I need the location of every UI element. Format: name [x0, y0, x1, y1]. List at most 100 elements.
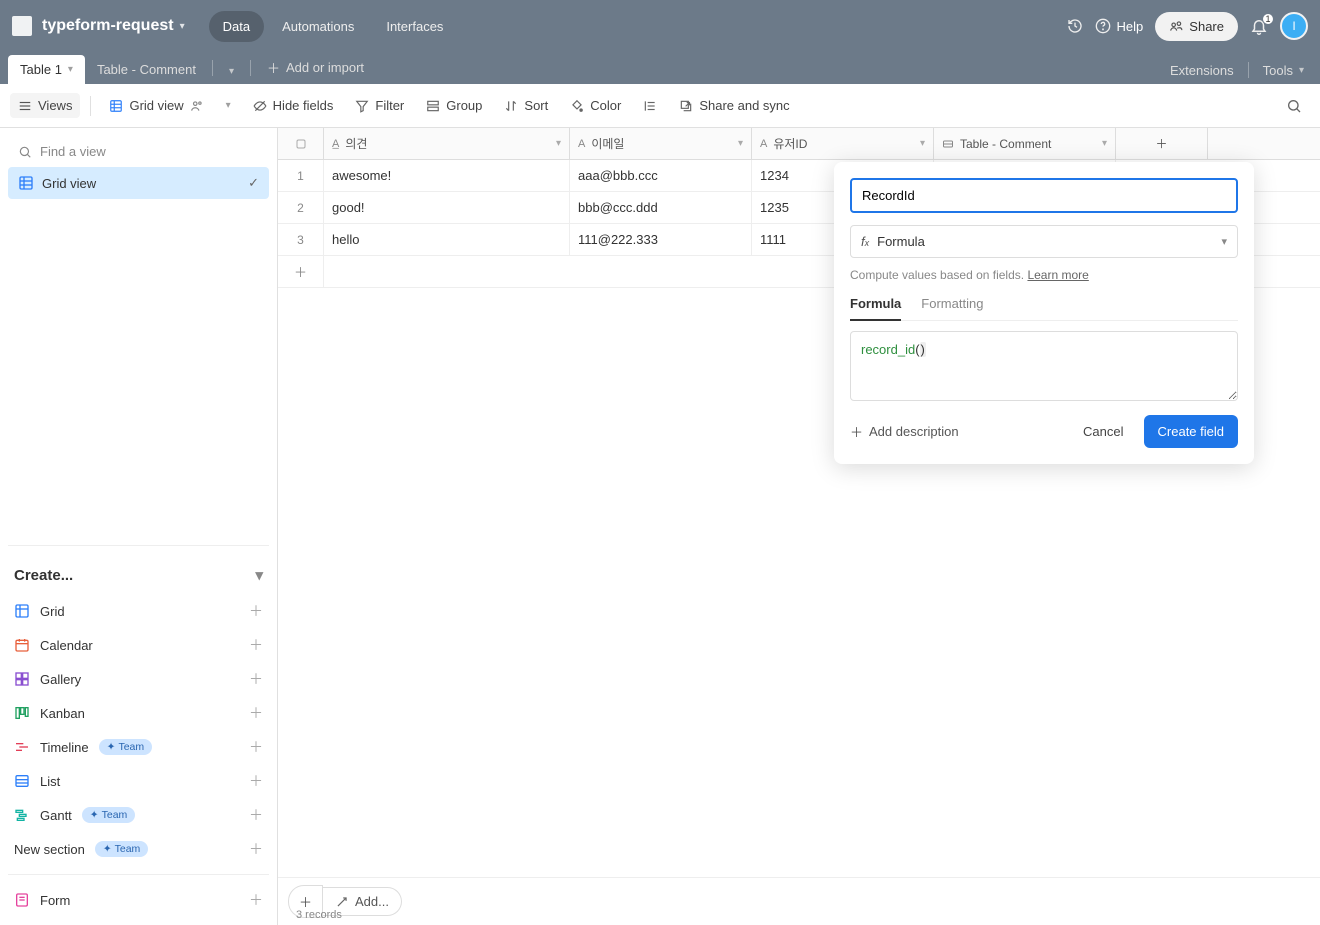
field-type-select[interactable]: fx Formula ▾ — [850, 225, 1238, 258]
divider — [90, 96, 91, 116]
group-button[interactable]: Group — [418, 93, 490, 118]
create-gantt[interactable]: Gantt ✦ Team ＋ — [8, 798, 269, 832]
create-form[interactable]: Form＋ — [8, 883, 269, 917]
create-timeline[interactable]: Timeline ✦ Team ＋ — [8, 730, 269, 764]
nav-tab-interfaces[interactable]: Interfaces — [372, 11, 457, 42]
cell[interactable]: bbb@ccc.ddd — [570, 192, 752, 223]
filter-button[interactable]: Filter — [347, 93, 412, 118]
plus-icon[interactable]: ＋ — [249, 737, 263, 757]
chevron-down-icon[interactable]: ▾ — [68, 64, 73, 75]
history-icon[interactable] — [1067, 18, 1083, 34]
plus-icon[interactable]: ＋ — [249, 703, 263, 723]
create-field-button[interactable]: Create field — [1144, 415, 1238, 448]
create-new-section[interactable]: New section ✦ Team ＋ — [8, 832, 269, 866]
chevron-down-icon: ▾ — [255, 566, 263, 584]
extensions-button[interactable]: Extensions — [1170, 63, 1234, 78]
app-logo[interactable] — [12, 16, 32, 36]
help-button[interactable]: Help — [1095, 18, 1144, 34]
table-tabs-bar: Table 1 ▾ Table - Comment ▾ ＋ Add or imp… — [0, 52, 1320, 84]
nav-tab-data[interactable]: Data — [209, 11, 264, 42]
sort-button[interactable]: Sort — [496, 93, 556, 118]
create-kanban[interactable]: Kanban＋ — [8, 696, 269, 730]
add-row-button[interactable]: ＋ — [278, 256, 324, 287]
tools-button[interactable]: Tools ▾ — [1263, 63, 1304, 78]
create-gallery[interactable]: Gallery ＋ — [8, 662, 269, 696]
share-sync-button[interactable]: Share and sync — [671, 93, 797, 118]
row-height-button[interactable] — [635, 94, 665, 118]
chevron-down-icon[interactable]: ▾ — [1102, 138, 1107, 149]
create-new-section-label: New section — [14, 842, 85, 857]
chevron-down-icon[interactable]: ▾ — [920, 138, 925, 149]
table-tab-more[interactable]: ▾ — [217, 59, 246, 84]
cell[interactable]: awesome! — [324, 160, 570, 191]
create-list-label: List — [40, 774, 60, 789]
create-grid[interactable]: Grid＋ — [8, 594, 269, 628]
color-button[interactable]: Color — [562, 93, 629, 118]
grid-view-switcher[interactable]: Grid view — [101, 93, 211, 118]
notifications-button[interactable]: 1 — [1250, 17, 1268, 35]
add-or-import-label: Add or import — [286, 60, 364, 75]
tab-formatting[interactable]: Formatting — [921, 296, 983, 320]
share-label: Share — [1189, 19, 1224, 34]
plus-icon[interactable]: ＋ — [249, 890, 263, 910]
avatar[interactable]: I — [1280, 12, 1308, 40]
chevron-down-icon[interactable]: ▾ — [738, 138, 743, 149]
formula-editor[interactable]: record_id() — [850, 331, 1238, 401]
add-column-button[interactable]: ＋ — [1116, 128, 1208, 159]
plus-icon[interactable]: ＋ — [249, 601, 263, 621]
help-label: Help — [1117, 19, 1144, 34]
plus-icon[interactable]: ＋ — [249, 805, 263, 825]
plus-icon[interactable]: ＋ — [249, 635, 263, 655]
create-header[interactable]: Create... ▾ — [8, 556, 269, 594]
team-badge: ✦ Team — [99, 739, 153, 755]
views-button[interactable]: Views — [10, 93, 80, 118]
column-header-opinion[interactable]: A̲ 의견 ▾ — [324, 128, 570, 159]
nav-tab-automations[interactable]: Automations — [268, 11, 368, 42]
sidebar-view-grid[interactable]: Grid view ✓ — [8, 167, 269, 199]
grid-header-row: A̲ 의견 ▾ A 이메일 ▾ A 유저ID ▾ Table - Comment… — [278, 128, 1320, 160]
cell[interactable]: hello — [324, 224, 570, 255]
create-list[interactable]: List ＋ — [8, 764, 269, 798]
table-tab-2-label: Table - Comment — [97, 62, 196, 77]
description-text: Compute values based on fields. — [850, 268, 1027, 282]
view-options-chevron[interactable]: ▾ — [218, 95, 239, 116]
add-description-button[interactable]: ＋ Add description — [850, 422, 959, 441]
share-button[interactable]: Share — [1155, 12, 1238, 41]
plus-icon[interactable]: ＋ — [249, 669, 263, 689]
table-tab-1[interactable]: Table 1 ▾ — [8, 55, 85, 84]
column-label: 의견 — [345, 135, 367, 152]
find-view-input[interactable]: Find a view — [8, 136, 269, 167]
divider — [1248, 62, 1249, 78]
column-header-comment-link[interactable]: Table - Comment ▾ — [934, 128, 1116, 159]
filter-label: Filter — [375, 98, 404, 113]
create-field-popup: fx Formula ▾ Compute values based on fie… — [834, 162, 1254, 464]
chevron-down-icon[interactable]: ▾ — [556, 138, 561, 149]
grid-area: A̲ 의견 ▾ A 이메일 ▾ A 유저ID ▾ Table - Comment… — [278, 128, 1320, 925]
team-badge: ✦ Team — [95, 841, 149, 857]
hide-fields-button[interactable]: Hide fields — [245, 93, 342, 118]
column-header-email[interactable]: A 이메일 ▾ — [570, 128, 752, 159]
field-name-input[interactable] — [850, 178, 1238, 213]
tab-formula[interactable]: Formula — [850, 296, 901, 321]
cell[interactable]: aaa@bbb.ccc — [570, 160, 752, 191]
text-field-icon: A̲ — [332, 138, 339, 150]
plus-icon[interactable]: ＋ — [249, 839, 263, 859]
field-type-label: Formula — [877, 234, 925, 249]
base-name[interactable]: typeform-request — [42, 17, 174, 35]
share-sync-label: Share and sync — [699, 98, 789, 113]
column-header-userid[interactable]: A 유저ID ▾ — [752, 128, 934, 159]
base-chevron-icon[interactable]: ▾ — [180, 21, 185, 32]
search-button[interactable] — [1278, 93, 1310, 119]
learn-more-link[interactable]: Learn more — [1027, 268, 1088, 282]
views-sidebar: Find a view Grid view ✓ Create... ▾ Grid… — [0, 128, 278, 925]
gallery-icon — [14, 671, 30, 687]
cell[interactable]: good! — [324, 192, 570, 223]
add-or-import-button[interactable]: ＋ Add or import — [255, 51, 376, 84]
create-gallery-label: Gallery — [40, 672, 81, 687]
table-tab-2[interactable]: Table - Comment — [85, 55, 208, 84]
cell[interactable]: 111@222.333 — [570, 224, 752, 255]
select-all-checkbox[interactable] — [278, 128, 324, 159]
cancel-button[interactable]: Cancel — [1073, 416, 1133, 447]
create-calendar[interactable]: Calendar＋ — [8, 628, 269, 662]
plus-icon[interactable]: ＋ — [249, 771, 263, 791]
